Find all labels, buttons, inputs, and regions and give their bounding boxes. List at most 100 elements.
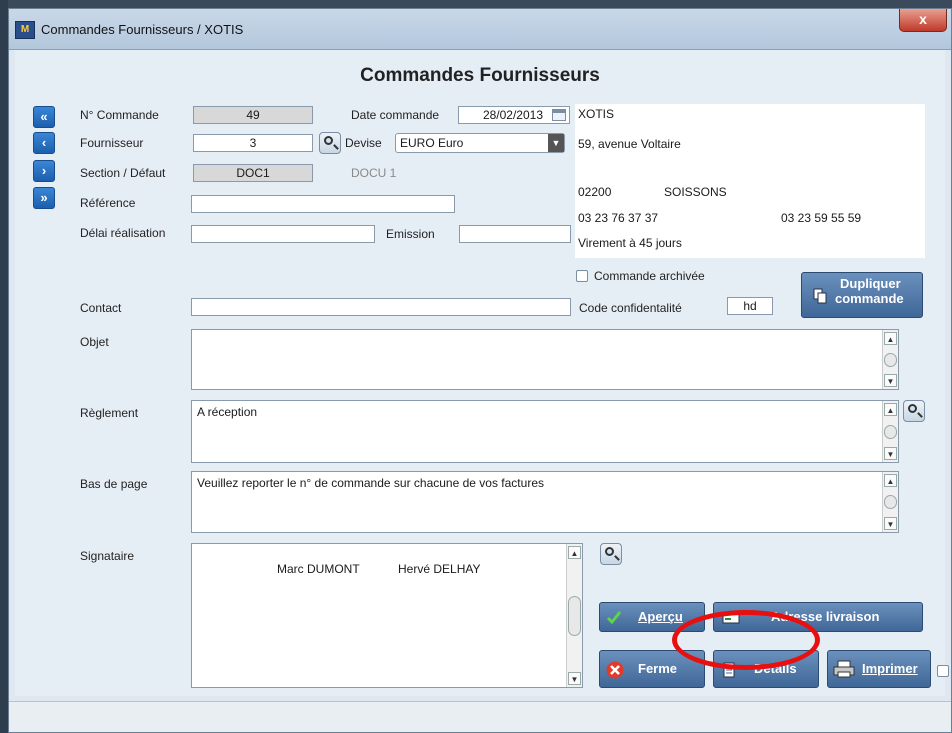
scroll-thumb[interactable] — [884, 424, 897, 439]
close-icon — [606, 661, 624, 679]
details-button[interactable]: Détails — [713, 650, 819, 688]
last-record-button[interactable]: » — [33, 187, 55, 209]
reglement-search-button[interactable] — [903, 400, 925, 422]
fournisseur-search-button[interactable] — [319, 132, 341, 154]
first-record-button[interactable]: « — [33, 106, 55, 128]
section-label: Section / Défaut — [80, 166, 166, 180]
fournisseur-label: Fournisseur — [80, 136, 144, 150]
scroll-down-icon[interactable]: ▼ — [884, 447, 897, 460]
address-phone: 03 23 76 37 37 — [578, 211, 659, 225]
scroll-thumb[interactable] — [884, 495, 897, 509]
printer-icon — [832, 660, 856, 678]
fermer-label: Ferme — [638, 661, 678, 676]
address-city: SOISSONS — [664, 185, 727, 199]
bas-de-page-textarea[interactable]: Veuillez reporter le n° de commande sur … — [191, 471, 899, 533]
next-record-button[interactable]: › — [33, 160, 55, 182]
confid-field[interactable]: hd — [727, 297, 773, 315]
address-street: 59, avenue Voltaire — [578, 137, 681, 151]
imprimer-button[interactable]: Imprimer — [827, 650, 931, 688]
window-title: Commandes Fournisseurs / XOTIS — [41, 22, 244, 37]
supplier-address-panel: XOTIS 59, avenue Voltaire 02200 SOISSONS… — [575, 104, 925, 258]
address-zip: 02200 — [578, 185, 612, 199]
imprimer-label: Imprimer — [862, 661, 918, 676]
copy-icon — [812, 288, 828, 304]
dupliquer-label-line2: commande — [835, 291, 904, 306]
signataire-search-button[interactable] — [600, 543, 622, 565]
adresse-livraison-label: Adresse livraison — [771, 609, 880, 624]
confid-label: Code confidentalité — [579, 301, 682, 315]
imprimer-option-checkbox[interactable] — [937, 665, 949, 677]
magnifier-icon — [605, 547, 614, 556]
objet-textarea[interactable]: ▲ ▼ — [191, 329, 899, 390]
bas-de-page-text: Veuillez reporter le n° de commande sur … — [197, 476, 544, 490]
apercu-label: Aperçu — [638, 609, 683, 624]
page-title: Commandes Fournisseurs — [360, 65, 600, 86]
close-button[interactable]: x — [899, 9, 947, 32]
adresse-livraison-button[interactable]: Adresse livraison — [713, 602, 923, 632]
status-bar — [9, 701, 951, 732]
reglement-label: Règlement — [80, 406, 139, 420]
details-label: Détails — [754, 661, 797, 676]
dupliquer-label-line1: Dupliquer — [840, 276, 901, 291]
signataire-label: Signataire — [80, 549, 135, 563]
reglement-textarea[interactable]: A réception ▲ ▼ — [191, 400, 899, 463]
calendar-icon[interactable] — [552, 109, 566, 121]
contact-label: Contact — [80, 301, 122, 315]
signataire-2[interactable]: Hervé DELHAY — [398, 562, 480, 576]
objet-scrollbar[interactable]: ▲ ▼ — [882, 330, 898, 389]
date-field[interactable]: 28/02/2013 — [458, 106, 570, 124]
archive-label: Commande archivée — [594, 269, 705, 283]
contact-field[interactable] — [191, 298, 571, 316]
devise-label: Devise — [345, 136, 382, 150]
scroll-up-icon[interactable]: ▲ — [568, 546, 581, 559]
scroll-up-icon[interactable]: ▲ — [884, 332, 897, 345]
numero-field: 49 — [193, 106, 313, 124]
reglement-scrollbar[interactable]: ▲ ▼ — [882, 401, 898, 462]
reglement-text: A réception — [197, 405, 258, 419]
signataire-list[interactable]: Marc DUMONT Hervé DELHAY ▲ ▼ — [191, 543, 583, 688]
dupliquer-commande-button[interactable]: Dupliquer commande — [801, 272, 923, 318]
address-name: XOTIS — [578, 107, 615, 121]
date-value: 28/02/2013 — [482, 108, 543, 122]
bas-de-page-scrollbar[interactable]: ▲ ▼ — [882, 472, 898, 532]
document-icon — [723, 662, 739, 678]
form-area: Commandes Fournisseurs « ‹ › » N° Comman… — [15, 50, 949, 696]
scroll-down-icon[interactable]: ▼ — [884, 517, 897, 530]
magnifier-icon — [908, 404, 917, 413]
commandes-window: M Commandes Fournisseurs / XOTIS x Comma… — [8, 8, 952, 733]
signataire-scrollbar[interactable]: ▲ ▼ — [566, 544, 582, 687]
apercu-button[interactable]: Aperçu — [599, 602, 705, 632]
scroll-up-icon[interactable]: ▲ — [884, 403, 897, 416]
devise-select[interactable]: EURO Euro ▼ — [395, 133, 565, 153]
scroll-down-icon[interactable]: ▼ — [568, 672, 581, 685]
date-label: Date commande — [351, 108, 440, 122]
delai-field[interactable] — [191, 225, 375, 243]
envelope-icon — [722, 609, 740, 625]
checkmark-icon — [606, 609, 622, 625]
previous-record-button[interactable]: ‹ — [33, 132, 55, 154]
bas-de-page-label: Bas de page — [80, 477, 148, 491]
reference-label: Référence — [80, 196, 136, 210]
objet-label: Objet — [80, 335, 109, 349]
chevron-down-icon: ▼ — [548, 134, 564, 152]
emission-field[interactable] — [459, 225, 571, 243]
app-icon: M — [15, 21, 35, 39]
section-description: DOCU 1 — [351, 166, 397, 180]
fermer-button[interactable]: Ferme — [599, 650, 705, 688]
emission-label: Emission — [386, 227, 435, 241]
address-payment: Virement à 45 jours — [578, 236, 682, 250]
magnifier-icon — [324, 136, 333, 145]
scroll-down-icon[interactable]: ▼ — [884, 374, 897, 387]
title-bar: M Commandes Fournisseurs / XOTIS x — [9, 9, 951, 50]
archive-checkbox[interactable] — [576, 270, 588, 282]
scroll-thumb[interactable] — [884, 352, 897, 367]
address-fax: 03 23 59 55 59 — [781, 211, 862, 225]
reference-field[interactable] — [191, 195, 455, 213]
fournisseur-field[interactable]: 3 — [193, 134, 313, 152]
signataire-1[interactable]: Marc DUMONT — [277, 562, 360, 576]
delai-label: Délai réalisation — [80, 226, 166, 240]
section-field: DOC1 — [193, 164, 313, 182]
scroll-up-icon[interactable]: ▲ — [884, 474, 897, 487]
numero-label: N° Commande — [80, 108, 159, 122]
scroll-thumb[interactable] — [568, 595, 581, 636]
